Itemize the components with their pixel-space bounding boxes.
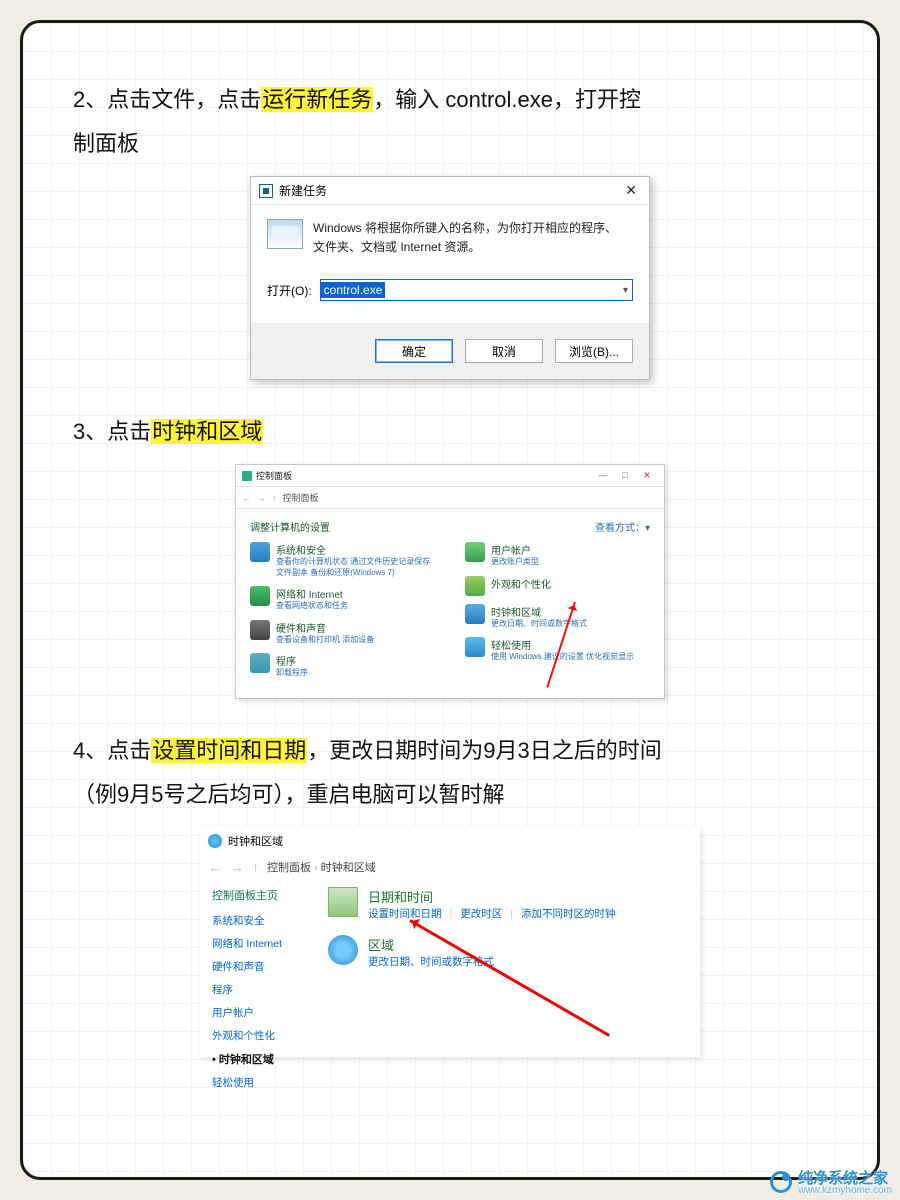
back-icon[interactable]: ← — [242, 493, 251, 503]
close-icon[interactable]: ✕ — [621, 182, 641, 199]
run-dialog: 新建任务 ✕ Windows 将根据你所键入的名称，为你打开相应的程序、文件夹、… — [250, 176, 650, 380]
hardware-icon — [250, 620, 270, 640]
breadcrumb[interactable]: 控制面板 — [283, 491, 319, 504]
sidebar-link[interactable]: 系统和安全 — [212, 913, 320, 928]
programs-icon — [250, 653, 270, 673]
sidebar: 控制面板主页 系统和安全 网络和 Internet 硬件和声音 程序 用户帐户 … — [200, 883, 320, 1090]
highlight: 运行新任务 — [261, 87, 373, 112]
cp-left-col: 系统和安全查看你的计算机状态 通过文件历史记录保存文件副本 备份和还原(Wind… — [250, 542, 435, 678]
cp-title: 控制面板 — [256, 469, 292, 482]
calendar-icon — [328, 887, 358, 917]
highlight: 设置时间和日期 — [151, 738, 307, 763]
cp-heading: 调整计算机的设置 — [250, 519, 330, 534]
appearance-icon — [465, 576, 485, 596]
cp-item[interactable]: 用户帐户 — [491, 542, 539, 557]
browse-button[interactable]: 浏览(B)... — [555, 339, 633, 363]
control-panel-window: 控制面板 — □ ✕ ← → ↑ 控制面板 调整计算机的设置 查看方式：▾ — [235, 464, 665, 699]
cp-item[interactable]: 硬件和声音 — [276, 620, 374, 635]
shield-icon — [250, 542, 270, 562]
sidebar-current: • 时钟和区域 — [212, 1051, 320, 1067]
add-clock-link[interactable]: 添加不同时区的时钟 — [521, 906, 616, 921]
sidebar-link[interactable]: 外观和个性化 — [212, 1028, 320, 1043]
region-icon — [328, 935, 358, 965]
ok-button[interactable]: 确定 — [375, 339, 453, 363]
close-icon[interactable]: ✕ — [636, 470, 658, 481]
maximize-icon[interactable]: □ — [614, 470, 636, 481]
open-value: control.exe — [321, 282, 386, 298]
up-icon[interactable]: ↑ — [272, 493, 277, 503]
cp-item[interactable]: 外观和个性化 — [491, 576, 551, 591]
region-heading[interactable]: 区域 — [368, 935, 494, 954]
sidebar-link[interactable]: 轻松使用 — [212, 1075, 320, 1090]
sidebar-heading: 控制面板主页 — [212, 887, 320, 903]
network-icon — [250, 586, 270, 606]
cp-item[interactable]: 程序 — [276, 653, 308, 668]
watermark: 纯净系统之家 www.kzmyhome.com — [770, 1167, 892, 1196]
change-tz-link[interactable]: 更改时区 — [460, 906, 502, 921]
forward-icon[interactable]: → — [230, 859, 244, 875]
back-icon[interactable]: ← — [208, 859, 222, 875]
cancel-button[interactable]: 取消 — [465, 339, 543, 363]
clock-icon — [465, 604, 485, 624]
sidebar-link[interactable]: 程序 — [212, 982, 320, 997]
globe-icon — [208, 834, 222, 848]
step-2-text: 2、点击文件，点击运行新任务，输入 control.exe，打开控制面板 — [73, 78, 827, 166]
chevron-down-icon[interactable]: ▾ — [623, 285, 628, 296]
cp-icon — [242, 471, 252, 481]
sidebar-link[interactable]: 网络和 Internet — [212, 936, 320, 951]
window-title: 时钟和区域 — [228, 833, 283, 849]
cp-item[interactable]: 网络和 Internet — [276, 586, 348, 601]
open-combobox[interactable]: control.exe ▾ — [320, 279, 633, 301]
dialog-titlebar: 新建任务 ✕ — [251, 177, 649, 205]
sidebar-link[interactable]: 硬件和声音 — [212, 959, 320, 974]
dialog-message: Windows 将根据你所键入的名称，为你打开相应的程序、文件夹、文档或 Int… — [313, 219, 617, 257]
step-4-text: 4、点击设置时间和日期，更改日期时间为9月3日之后的时间（例9月5号之后均可），… — [73, 729, 827, 817]
cp-viewmode[interactable]: 查看方式：▾ — [595, 519, 650, 534]
dialog-icon — [267, 219, 303, 249]
dialog-title: 新建任务 — [279, 182, 327, 199]
breadcrumb[interactable]: 控制面板 › 时钟和区域 — [267, 859, 376, 875]
step-3-text: 3、点击时钟和区域 — [73, 410, 827, 454]
minimize-icon[interactable]: — — [592, 470, 614, 481]
forward-icon[interactable]: → — [257, 493, 266, 503]
run-icon — [259, 184, 273, 198]
clock-region-window: 时钟和区域 ← → ↑ 控制面板 › 时钟和区域 控制面板主页 系统和安全 网络… — [200, 827, 700, 1057]
highlight: 时钟和区域 — [151, 419, 263, 444]
up-icon[interactable]: ↑ — [252, 859, 259, 875]
open-label: 打开(O): — [267, 282, 312, 299]
ease-icon — [465, 637, 485, 657]
page: 2、点击文件，点击运行新任务，输入 control.exe，打开控制面板 新建任… — [20, 20, 880, 1180]
sidebar-link[interactable]: 用户帐户 — [212, 1005, 320, 1020]
user-icon — [465, 542, 485, 562]
cp-item[interactable]: 系统和安全 — [276, 542, 435, 557]
datetime-heading[interactable]: 日期和时间 — [368, 887, 615, 906]
logo-icon — [770, 1171, 792, 1193]
